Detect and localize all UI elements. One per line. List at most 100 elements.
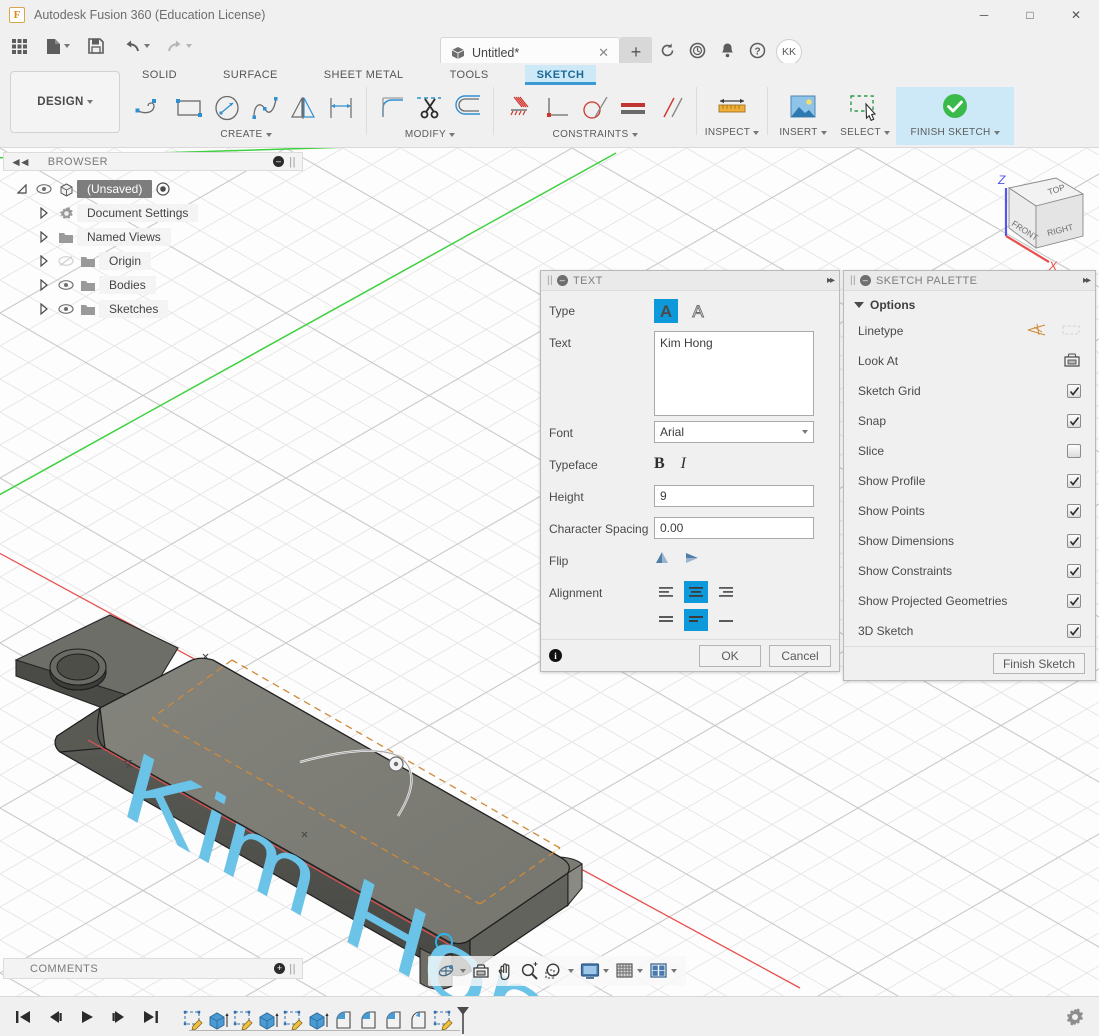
construction-line-icon[interactable]	[1027, 323, 1047, 340]
chevron-right-icon-4[interactable]	[33, 279, 55, 291]
view-cube[interactable]: TOP FRONT RIGHT Z X	[961, 166, 1091, 276]
text-dialog[interactable]: || – TEXT ▸▸ Type A A Text Kim Hong Font	[540, 270, 840, 672]
text-input[interactable]: Kim Hong	[654, 331, 814, 416]
show-profile-checkbox[interactable]	[1067, 474, 1081, 488]
3d-sketch-checkbox[interactable]	[1067, 624, 1081, 638]
tree-node-document-settings[interactable]: Document Settings	[3, 201, 303, 225]
fix-constraint-icon[interactable]	[500, 88, 538, 128]
zoom-window-icon[interactable]	[542, 958, 577, 984]
tree-node-bodies[interactable]: Bodies	[3, 273, 303, 297]
display-settings-caret-icon[interactable]	[603, 969, 609, 973]
visibility-eye-icon[interactable]	[33, 183, 55, 195]
finish-sketch-button[interactable]: FINISH SKETCH	[896, 87, 1014, 145]
minus-circle-icon[interactable]: –	[273, 156, 285, 167]
finish-sketch-caret-icon[interactable]	[993, 130, 1000, 135]
collapse-left-icon[interactable]: ◄◄	[10, 155, 31, 169]
grid-snap-caret-icon[interactable]	[637, 969, 643, 973]
tangent-constraint-icon[interactable]	[576, 88, 614, 128]
sketch-palette-header[interactable]: || – SKETCH PALETTE ▸▸	[844, 271, 1095, 291]
dock-palette-icon[interactable]: ▸▸	[1083, 275, 1091, 286]
undo-caret[interactable]	[144, 44, 150, 48]
chevron-right-icon-3[interactable]	[33, 255, 55, 267]
perpendicular-constraint-icon[interactable]	[538, 88, 576, 128]
comments-grip[interactable]: ||	[289, 963, 296, 975]
equal-constraint-icon[interactable]	[614, 88, 652, 128]
flip-horizontal-icon[interactable]	[684, 550, 700, 569]
browser-grip[interactable]: ||	[289, 156, 296, 168]
align-middle-icon[interactable]	[684, 609, 708, 631]
align-bottom-icon[interactable]	[714, 609, 738, 631]
zoom-icon[interactable]	[517, 958, 542, 984]
chevron-right-icon-5[interactable]	[33, 303, 55, 315]
align-right-icon[interactable]	[714, 581, 738, 603]
redo-caret[interactable]	[186, 44, 192, 48]
workspace-caret-icon[interactable]	[86, 100, 93, 104]
gear-icon[interactable]	[1063, 1005, 1087, 1029]
character-spacing-input[interactable]	[654, 517, 814, 539]
dock-dialog-icon[interactable]: ▸▸	[827, 275, 835, 286]
viewports-icon[interactable]	[646, 958, 680, 984]
step-back-icon[interactable]	[42, 1004, 68, 1030]
sketch-palette-panel[interactable]: || – SKETCH PALETTE ▸▸ Options Linetype …	[843, 270, 1096, 681]
help-icon[interactable]: ?	[742, 35, 772, 65]
insert-caret-icon[interactable]	[820, 130, 827, 135]
display-settings-icon[interactable]	[577, 958, 612, 984]
inspect-button[interactable]: INSPECT	[701, 87, 763, 145]
notifications-icon[interactable]	[712, 35, 742, 65]
tab-tools[interactable]: TOOLS	[438, 65, 501, 85]
show-projected-geometries-checkbox[interactable]	[1067, 594, 1081, 608]
snap-checkbox[interactable]	[1067, 414, 1081, 428]
height-input[interactable]	[654, 485, 814, 507]
grid-snap-icon[interactable]	[612, 958, 646, 984]
pan-hand-icon[interactable]	[493, 958, 517, 984]
tab-solid[interactable]: SOLID	[130, 65, 189, 85]
section-collapse-triangle-icon[interactable]	[854, 302, 864, 308]
new-file-caret[interactable]	[64, 44, 70, 48]
visibility-eye-icon-sketches[interactable]	[55, 303, 77, 315]
orbit-icon[interactable]	[434, 958, 469, 984]
slice-checkbox[interactable]	[1067, 444, 1081, 458]
options-section-header[interactable]: Options	[844, 291, 1095, 316]
fillet-icon[interactable]	[373, 88, 411, 128]
collapse-dialog-icon[interactable]: –	[557, 275, 568, 286]
align-center-icon[interactable]	[684, 581, 708, 603]
go-to-end-icon[interactable]	[138, 1004, 164, 1030]
align-left-icon[interactable]	[654, 581, 678, 603]
insert-button[interactable]: INSERT	[772, 87, 834, 145]
add-comment-icon[interactable]: +	[274, 963, 286, 974]
parallel-constraint-icon[interactable]	[652, 88, 690, 128]
tab-sketch[interactable]: SKETCH	[524, 64, 597, 85]
look-at-icon[interactable]	[1063, 352, 1081, 371]
tab-surface[interactable]: SURFACE	[211, 65, 290, 85]
collapse-palette-icon[interactable]: –	[860, 275, 871, 286]
bold-toggle[interactable]: B	[654, 455, 665, 473]
flip-vertical-icon[interactable]	[654, 550, 670, 569]
step-forward-icon[interactable]	[106, 1004, 132, 1030]
tree-node-sketches[interactable]: Sketches	[3, 297, 303, 321]
orbit-caret-icon[interactable]	[460, 969, 466, 973]
minimize-button[interactable]: ─	[961, 0, 1007, 29]
workspace-switcher-button[interactable]: DESIGN	[10, 71, 120, 133]
activate-radio-icon[interactable]	[152, 182, 174, 196]
offset-icon[interactable]	[449, 88, 487, 128]
font-select[interactable]: Arial	[654, 421, 814, 443]
apps-grid-icon[interactable]	[6, 31, 33, 61]
line-icon[interactable]	[132, 88, 170, 128]
tab-sheet-metal[interactable]: SHEET METAL	[312, 65, 416, 85]
job-status-icon[interactable]	[682, 35, 712, 65]
panel-create-label-wrap[interactable]: CREATE	[220, 129, 272, 140]
show-points-checkbox[interactable]	[1067, 504, 1081, 518]
look-at-icon-nav[interactable]	[469, 958, 493, 984]
align-top-icon[interactable]	[654, 609, 678, 631]
outline-text-A-icon[interactable]: A	[686, 299, 710, 323]
undo-icon[interactable]	[119, 31, 155, 61]
tree-node-named-views[interactable]: Named Views	[3, 225, 303, 249]
spline-icon[interactable]	[246, 88, 284, 128]
redo-icon[interactable]	[161, 31, 197, 61]
info-icon[interactable]: i	[549, 649, 562, 662]
dialog-grip-icon[interactable]: ||	[547, 275, 553, 286]
palette-grip-icon[interactable]: ||	[850, 275, 856, 286]
cancel-button[interactable]: Cancel	[769, 644, 831, 667]
panel-modify-caret-icon[interactable]	[449, 132, 456, 137]
go-to-beginning-icon[interactable]	[10, 1004, 36, 1030]
